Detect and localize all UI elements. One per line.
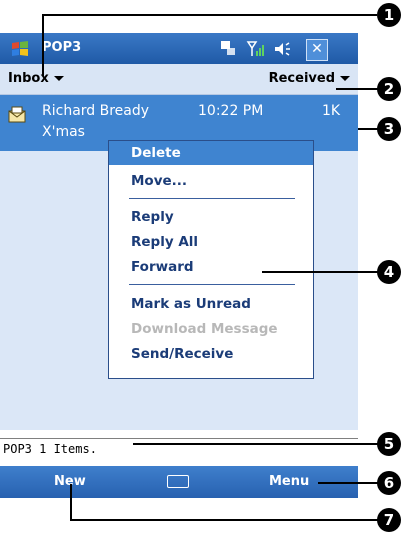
close-button[interactable]: ✕ <box>306 39 328 61</box>
callout-2: 2 <box>377 77 401 101</box>
callout-1: 1 <box>377 3 401 27</box>
message-subject: X'mas <box>42 124 85 140</box>
menu-item-reply[interactable]: Reply <box>131 209 174 225</box>
callout-7: 7 <box>377 508 401 532</box>
close-icon: ✕ <box>311 41 323 57</box>
menu-item-download-message: Download Message <box>131 321 278 337</box>
callout-line-4 <box>262 271 379 273</box>
chevron-down-icon <box>340 76 350 81</box>
callout-line-7-drop <box>70 484 72 520</box>
softkey-bar: New Menu <box>0 466 358 498</box>
menu-item-reply-all[interactable]: Reply All <box>131 234 198 250</box>
sort-label: Received <box>268 71 335 86</box>
callout-line-5 <box>133 443 379 445</box>
menu-button[interactable]: Menu <box>269 474 309 489</box>
signal-icon[interactable] <box>246 39 266 59</box>
menu-item-send-receive[interactable]: Send/Receive <box>131 346 233 362</box>
callout-5: 5 <box>377 432 401 456</box>
keyboard-icon[interactable] <box>167 475 189 488</box>
status-bar: POP3 1 Items. <box>0 438 358 461</box>
menu-item-mark-unread[interactable]: Mark as Unread <box>131 296 251 312</box>
message-size: 1K <box>322 103 341 119</box>
callout-line-1-drop <box>42 14 44 76</box>
menu-divider <box>129 284 295 285</box>
title-bar: POP3 ✕ <box>0 33 358 64</box>
callout-line-1 <box>42 14 377 16</box>
app-title: POP3 <box>42 40 82 55</box>
header-bar: Inbox Received <box>0 64 358 95</box>
sync-icon[interactable] <box>218 39 238 59</box>
envelope-icon <box>8 106 26 123</box>
volume-icon[interactable] <box>272 39 292 59</box>
message-sender: Richard Bready <box>42 103 150 119</box>
sort-dropdown[interactable]: Received <box>269 71 350 86</box>
pocket-pc-screen: POP3 ✕ Inbox Received Richard Bready 10:… <box>0 0 358 498</box>
chevron-down-icon <box>53 76 64 81</box>
message-time: 10:22 PM <box>198 103 264 119</box>
callout-line-3 <box>358 128 379 130</box>
callout-6: 6 <box>377 471 401 495</box>
windows-logo-icon[interactable] <box>10 39 30 59</box>
status-text: POP3 1 Items. <box>3 442 97 456</box>
folder-dropdown[interactable]: Inbox <box>8 71 64 86</box>
menu-item-delete[interactable]: Delete <box>109 141 313 165</box>
menu-item-move[interactable]: Move... <box>131 173 187 189</box>
callout-line-7 <box>70 519 379 521</box>
menu-item-forward[interactable]: Forward <box>131 259 194 275</box>
context-menu: Delete Move... Reply Reply All Forward M… <box>108 140 314 379</box>
menu-divider <box>129 198 295 199</box>
callout-line-2 <box>336 88 379 90</box>
callout-4: 4 <box>377 260 401 284</box>
callout-line-6 <box>318 482 379 484</box>
callout-3: 3 <box>377 117 401 141</box>
